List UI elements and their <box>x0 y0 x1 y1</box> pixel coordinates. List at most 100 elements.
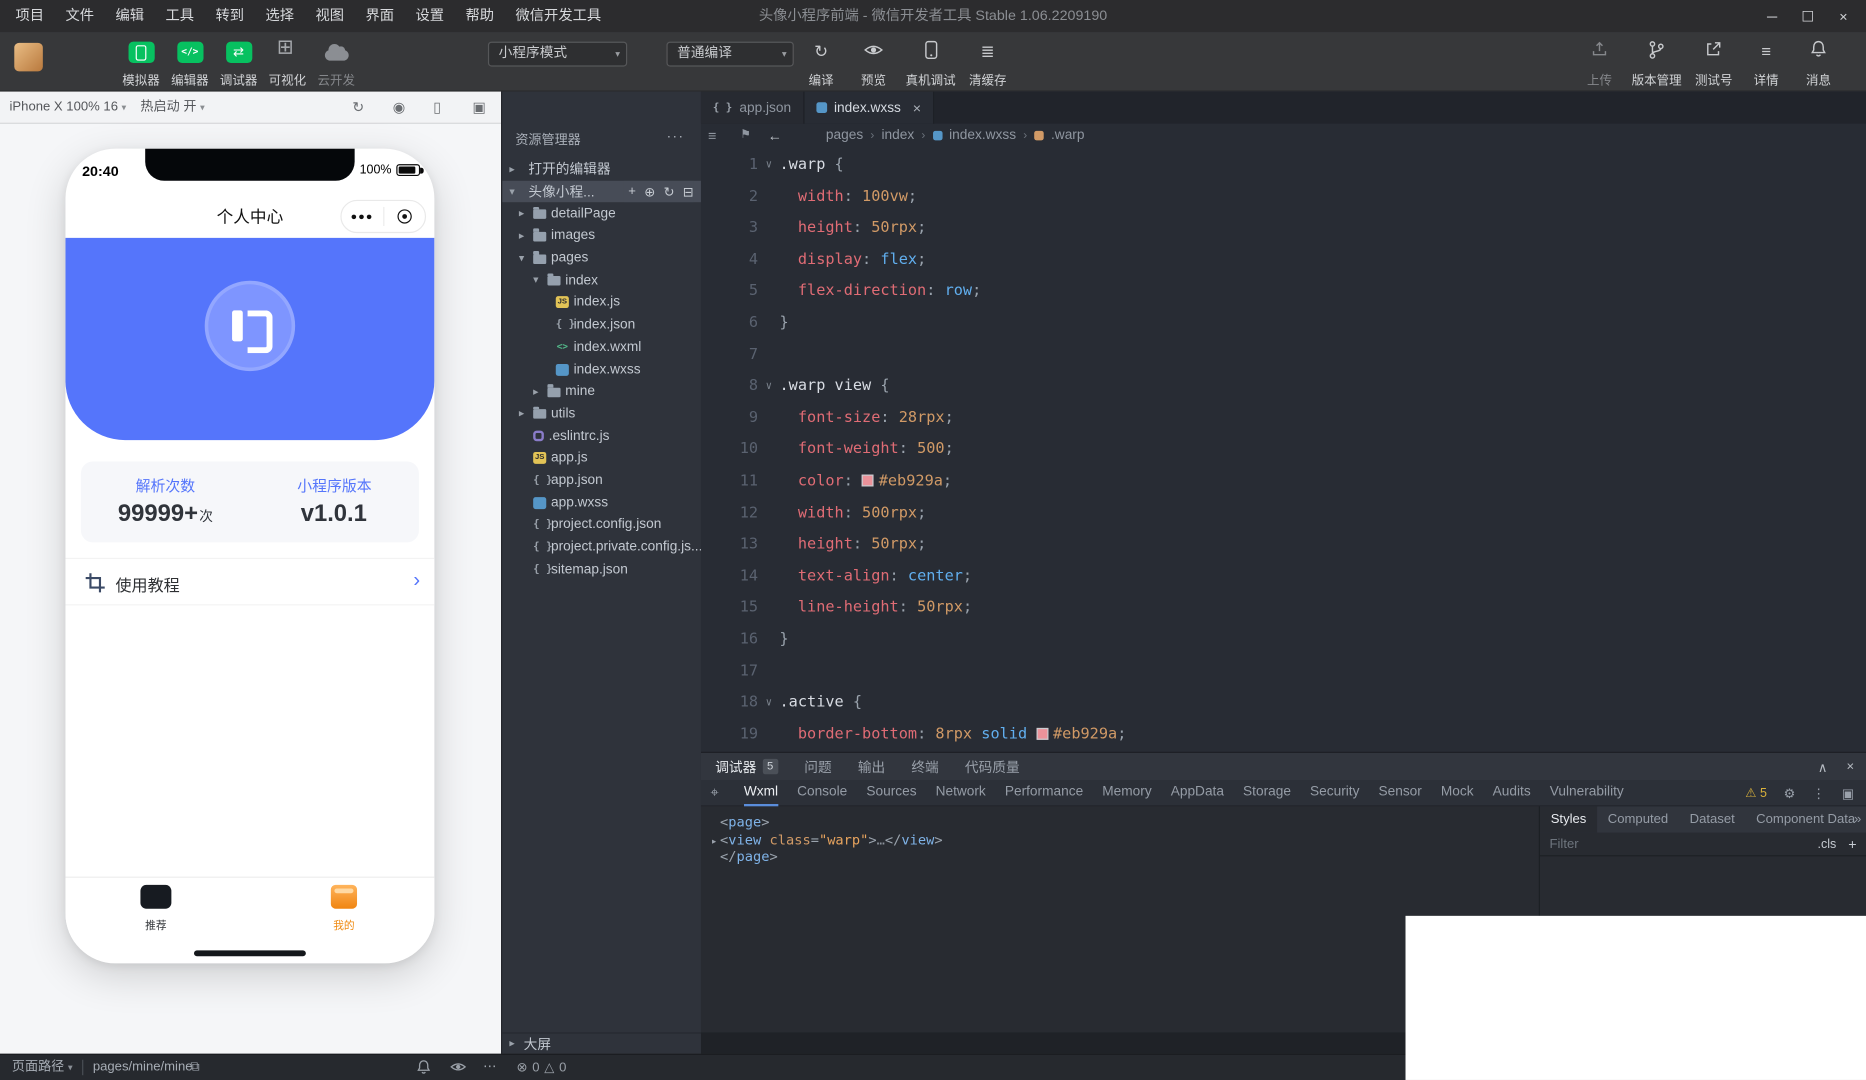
close-tab-icon[interactable]: × <box>913 99 921 116</box>
panel-resize-strip[interactable] <box>701 1032 1406 1053</box>
tree-item[interactable]: index.wxss <box>502 358 701 380</box>
code-line[interactable]: 11 color: #eb929a; <box>701 466 1866 498</box>
tab-recommend[interactable]: 推荐 <box>108 885 203 933</box>
menu-item[interactable]: 工具 <box>155 0 205 32</box>
menu-item[interactable]: 文件 <box>55 0 105 32</box>
code-line[interactable]: 15 line-height: 50rpx; <box>701 593 1866 625</box>
code-line[interactable]: 5 flex-direction: row; <box>701 276 1866 308</box>
user-avatar[interactable] <box>14 43 43 72</box>
fold-icon[interactable]: ∨ <box>758 688 779 720</box>
upload-button[interactable]: 上传 <box>1573 32 1625 91</box>
problems-indicator[interactable]: ⊗0 △0 <box>517 1055 567 1080</box>
panel-tab[interactable]: 终端 <box>911 757 938 776</box>
breadcrumb-item[interactable]: pages <box>826 128 863 142</box>
wxml-node[interactable]: </page> <box>708 848 1539 865</box>
messages-button[interactable]: 消息 <box>1792 32 1844 91</box>
fold-icon[interactable]: ∨ <box>758 150 779 182</box>
details-button[interactable]: ≡详情 <box>1740 32 1792 91</box>
record-icon[interactable]: ◉ <box>393 92 405 124</box>
breadcrumb-item[interactable]: index <box>881 128 914 142</box>
back-arrow-icon[interactable]: ← <box>768 124 782 148</box>
code-line[interactable]: 2 width: 100vw; <box>701 181 1866 213</box>
code-line[interactable]: 8∨.warp view { <box>701 371 1866 403</box>
app-logo-avatar[interactable] <box>205 281 295 371</box>
mode-button-debugger[interactable]: ⇄调试器 <box>214 32 263 91</box>
styles-tab[interactable]: Dataset <box>1679 806 1746 832</box>
tree-item[interactable]: ▾index <box>502 269 701 291</box>
wxml-node[interactable]: <page> <box>708 814 1539 831</box>
color-swatch[interactable] <box>862 474 874 486</box>
code-line[interactable]: 16} <box>701 624 1866 656</box>
mode-button-visualizer[interactable]: ⊞可视化 <box>263 32 312 91</box>
tree-item[interactable]: .eslintrc.js <box>502 425 701 447</box>
devtools-tab-console[interactable]: Console <box>797 780 847 806</box>
mode-button-editor[interactable]: </>编辑器 <box>165 32 214 91</box>
devtools-tab-network[interactable]: Network <box>936 780 986 806</box>
code-line[interactable]: 19 border-bottom: 8rpx solid #eb929a; <box>701 719 1866 751</box>
page-path-label[interactable]: 页面路径 ▾ <box>12 1055 73 1080</box>
version-control-button[interactable]: 版本管理 <box>1626 32 1688 91</box>
explorer-more-icon[interactable]: ··· <box>666 127 684 144</box>
phone-simulator[interactable]: 20:40 100% 个人中心 ●●● 点我登录 解析次数 99999+次 小程… <box>65 149 434 964</box>
compile-button[interactable]: ↻编译 <box>795 32 847 91</box>
bookmark-icon[interactable]: ⚑ <box>740 124 751 148</box>
device-debug-button[interactable]: 真机调试 <box>900 32 962 91</box>
code-line[interactable]: 14 text-align: center; <box>701 561 1866 593</box>
code-line[interactable]: 13 height: 50rpx; <box>701 529 1866 561</box>
menu-item[interactable]: 转到 <box>205 0 255 32</box>
devtools-tab-vulnerability[interactable]: Vulnerability <box>1550 780 1624 806</box>
menu-item[interactable]: 微信开发工具 <box>505 0 612 32</box>
tutorial-row[interactable]: 使用教程 › <box>65 558 434 606</box>
restart-icon[interactable]: ↻ <box>352 92 364 124</box>
exit-target-icon[interactable] <box>384 209 425 223</box>
gear-icon[interactable]: ⚙ <box>1784 786 1796 801</box>
code-line[interactable]: 3 height: 50rpx; <box>701 213 1866 245</box>
tree-item[interactable]: ▾头像小程...+⊕↻⊟ <box>502 180 701 202</box>
statusbar-more-icon[interactable]: ⋯ <box>483 1055 496 1080</box>
tree-item[interactable]: <>index.wxml <box>502 336 701 358</box>
mode-button-simulator[interactable]: 模拟器 <box>117 32 166 91</box>
statusbar-bell-icon[interactable] <box>417 1055 431 1080</box>
breadcrumb-item[interactable]: .warp <box>1051 128 1084 142</box>
outline-icon[interactable]: ≡ <box>708 124 716 148</box>
devtools-tab-performance[interactable]: Performance <box>1005 780 1083 806</box>
test-account-button[interactable]: 测试号 <box>1688 32 1740 91</box>
menu-item[interactable]: 视图 <box>305 0 355 32</box>
statusbar-eye-icon[interactable] <box>450 1055 467 1080</box>
styles-filter-input[interactable] <box>1540 837 1818 851</box>
styles-tab[interactable]: Styles <box>1540 806 1597 832</box>
tree-item[interactable]: JSapp.js <box>502 447 701 469</box>
close-panel-icon[interactable]: × <box>1847 760 1855 774</box>
devtools-tab-security[interactable]: Security <box>1310 780 1359 806</box>
code-line[interactable]: 10 font-weight: 500; <box>701 435 1866 467</box>
preview-button[interactable]: 预览 <box>847 32 899 91</box>
panel-tab[interactable]: 输出 <box>858 757 885 776</box>
hot-reload-toggle[interactable]: 热启动 开▾ <box>140 92 204 124</box>
tab-mine[interactable]: 我的 <box>296 885 391 933</box>
breadcrumb-item[interactable]: index.wxss <box>949 128 1016 142</box>
devtools-tab-sensor[interactable]: Sensor <box>1378 780 1421 806</box>
copy-path-icon[interactable]: ⧉ <box>190 1055 199 1080</box>
mode-select[interactable]: 小程序模式▾ <box>488 42 627 67</box>
tree-item[interactable]: ▸mine <box>502 380 701 402</box>
warning-count[interactable]: ⚠5 <box>1745 786 1767 800</box>
tree-item[interactable]: { }project.config.json <box>502 514 701 536</box>
tree-item[interactable]: ▾pages <box>502 247 701 269</box>
menu-item[interactable]: 界面 <box>355 0 405 32</box>
new-style-rule-icon[interactable]: + <box>1848 836 1856 853</box>
tab-app-json[interactable]: { }app.json <box>701 92 804 124</box>
menu-item[interactable]: 设置 <box>405 0 455 32</box>
clear-cache-button[interactable]: ≣清缓存 <box>962 32 1014 91</box>
devtools-tab-sources[interactable]: Sources <box>866 780 916 806</box>
collapse-all-icon[interactable]: ⊟ <box>683 184 694 199</box>
refresh-icon[interactable]: ↻ <box>664 184 675 199</box>
code-line[interactable]: 6} <box>701 308 1866 340</box>
code-line[interactable]: 18∨.active { <box>701 688 1866 720</box>
new-folder-icon[interactable]: ⊕ <box>644 184 655 199</box>
menu-item[interactable]: 帮助 <box>455 0 505 32</box>
wxml-node[interactable]: ▸<view class="warp">…</view> <box>708 831 1539 848</box>
tree-item[interactable]: ▸detailPage <box>502 203 701 225</box>
menu-item[interactable]: 编辑 <box>105 0 155 32</box>
tree-item[interactable]: ▸打开的编辑器 <box>502 158 701 180</box>
devtools-tab-storage[interactable]: Storage <box>1243 780 1291 806</box>
